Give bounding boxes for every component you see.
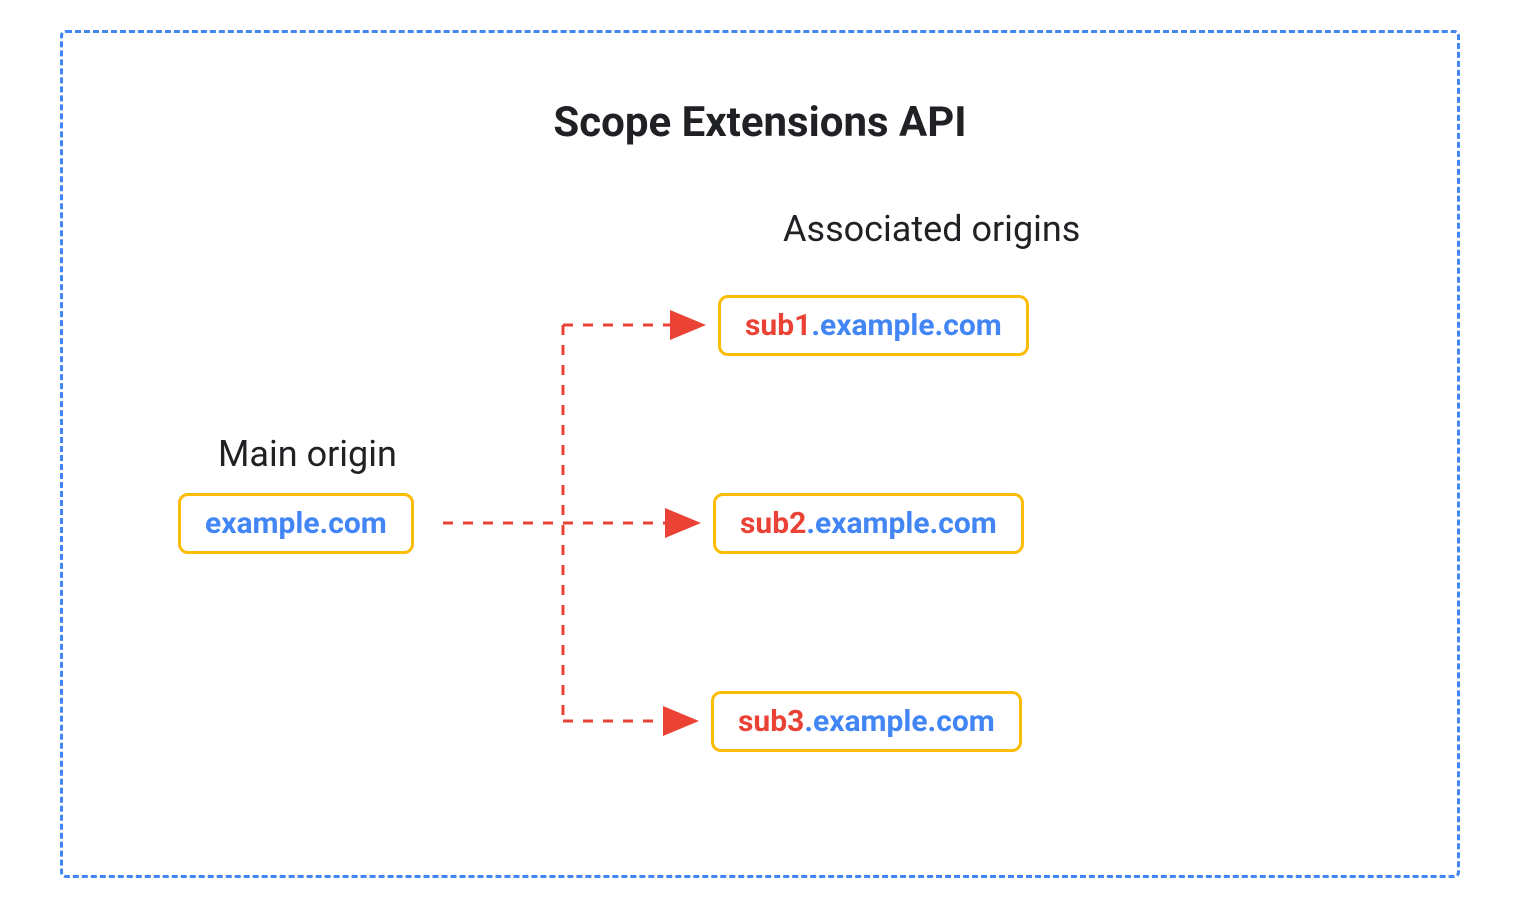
- main-origin-label: Main origin: [218, 433, 397, 475]
- diagram-container: Scope Extensions API Main origin Associa…: [60, 30, 1460, 878]
- associated-origin-box-3: sub3.example.com: [711, 691, 1022, 752]
- main-origin-domain: example.com: [205, 506, 387, 541]
- associated-origin-subdomain-3: sub3: [738, 704, 804, 739]
- dot-separator: .: [804, 704, 813, 739]
- dot-separator: .: [806, 506, 815, 541]
- associated-origin-domain-3: example.com: [813, 704, 995, 739]
- diagram-title: Scope Extensions API: [553, 98, 966, 147]
- dot-separator: .: [811, 308, 820, 343]
- associated-origin-box-1: sub1.example.com: [718, 295, 1029, 356]
- associated-origin-domain-1: example.com: [820, 308, 1002, 343]
- associated-origin-box-2: sub2.example.com: [713, 493, 1024, 554]
- associated-origin-subdomain-2: sub2: [740, 506, 806, 541]
- associated-origin-domain-2: example.com: [815, 506, 997, 541]
- associated-origins-label: Associated origins: [783, 208, 1080, 250]
- associated-origin-subdomain-1: sub1: [745, 308, 811, 343]
- main-origin-box: example.com: [178, 493, 414, 554]
